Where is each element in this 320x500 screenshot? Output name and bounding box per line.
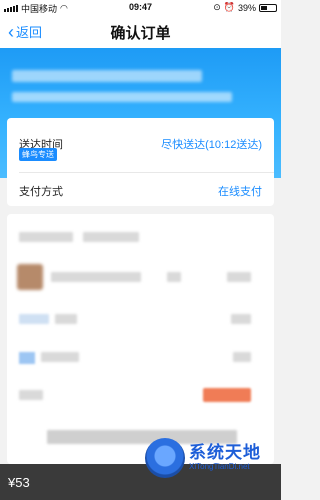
discount-label-blurred — [41, 352, 79, 362]
payment-method-row[interactable]: 支付方式 在线支付 — [19, 183, 262, 199]
discount-value-blurred — [233, 352, 251, 362]
delivery-time-value: 尽快送达(10:12送达) — [161, 139, 262, 151]
status-bar: 中国移动 ◠ 09:47 ⊙ ⏰ 39% — [0, 0, 281, 14]
watermark-title: 系统天地 — [189, 443, 261, 462]
discount-icon-blurred — [19, 352, 35, 364]
fee-value-blurred — [231, 314, 251, 324]
payment-method-label: 支付方式 — [19, 186, 63, 198]
globe-icon — [145, 438, 185, 478]
watermark-logo: 系统天地 XiTongTianDi.net — [145, 432, 281, 484]
item-price-blurred — [227, 272, 251, 282]
coupon-label-blurred — [19, 390, 43, 400]
status-right: ⊙ ⏰ 39% — [213, 2, 277, 13]
page-title: 确认订单 — [110, 25, 171, 42]
fee-sub-blurred — [55, 314, 77, 324]
payment-method-value: 在线支付 — [218, 186, 262, 198]
battery-icon — [259, 3, 277, 12]
order-items-card — [7, 214, 274, 464]
delivery-badge: 蜂鸟专送 — [19, 148, 57, 161]
item-name-blurred — [51, 272, 141, 282]
watermark-url: XiTongTianDi.net — [189, 462, 250, 471]
address-detail-blurred — [12, 92, 232, 102]
total-price: ¥53 — [8, 475, 30, 490]
address-line-blurred — [12, 70, 202, 82]
fee-label-blurred — [19, 314, 49, 324]
battery-percent: 39% — [237, 2, 256, 13]
item-qty-blurred — [167, 272, 181, 282]
shop-name-blurred — [19, 232, 73, 242]
item-thumbnail — [17, 264, 43, 290]
divider — [19, 172, 274, 173]
lock-rotation-icon: ⊙ — [213, 2, 221, 12]
delivery-payment-card: 送达时间 尽快送达(10:12送达) 蜂鸟专送 支付方式 在线支付 — [7, 118, 274, 206]
shop-tag-blurred — [83, 232, 139, 242]
nav-bar: ‹ 返回 确认订单 — [0, 14, 281, 48]
coupon-value-blurred[interactable] — [203, 388, 251, 402]
alarm-icon: ⏰ — [223, 2, 235, 12]
